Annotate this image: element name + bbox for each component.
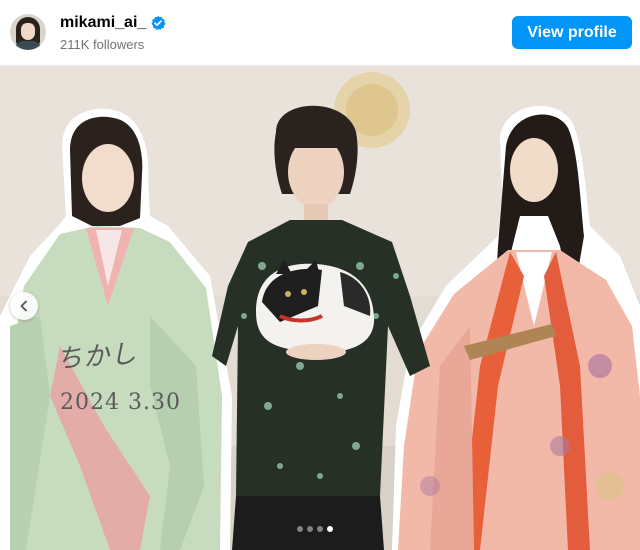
- carousel-dot: [317, 526, 323, 532]
- carousel-dot: [297, 526, 303, 532]
- username-link[interactable]: mikami_ai_: [60, 14, 146, 32]
- verified-badge-icon: [151, 15, 166, 30]
- carousel-indicator: [297, 526, 333, 534]
- avatar[interactable]: [10, 14, 46, 50]
- post-image[interactable]: ちかし 2024 3.30: [0, 66, 640, 550]
- handwritten-signature: ちかし: [55, 339, 139, 375]
- follower-count: 211K followers: [60, 37, 145, 52]
- previous-slide-button[interactable]: [10, 292, 38, 320]
- handwritten-date: 2024 3.30: [60, 390, 181, 415]
- chevron-left-icon: [20, 300, 27, 312]
- carousel-dot: [307, 526, 313, 532]
- carousel-dot-active: [327, 526, 333, 532]
- photo-illustration: [0, 66, 640, 550]
- view-profile-button[interactable]: View profile: [512, 16, 632, 49]
- post-header: mikami_ai_ 211K followers View profile: [0, 0, 640, 66]
